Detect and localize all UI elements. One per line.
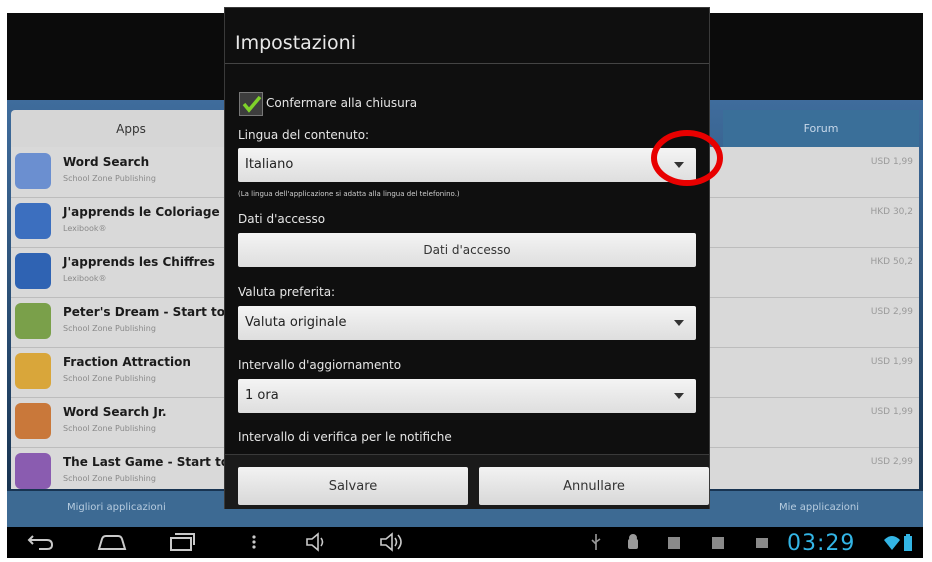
app-price: USD 1,99 [870,407,913,417]
currency-label: Valuta preferita: [238,285,336,299]
app-publisher: School Zone Publishing [63,324,156,333]
dialog-button-bar: Salvare Annullare [225,454,709,509]
app-price: USD 1,99 [870,357,913,367]
confirm-close-label[interactable]: Confermare alla chiusura [266,96,417,110]
language-hint: (La lingua dell'applicazione si adatta a… [238,190,460,198]
dialog-title: Impostazioni [235,32,356,54]
status-clock: 03:29 [787,531,856,556]
app-icon [15,353,51,389]
app-title: Peter's Dream - Start to Re [63,305,247,319]
annotation-circle [651,130,723,186]
language-value: Italiano [245,157,294,172]
app-price: HKD 30,2 [870,207,914,217]
app-title: J'apprends le Coloriage [63,205,220,219]
language-label: Lingua del contenuto: [238,128,370,142]
app-title: J'apprends les Chiffres [63,255,215,269]
app-publisher: School Zone Publishing [63,374,156,383]
app-publisher: Lexibook® [63,274,107,283]
tab-apps[interactable]: Apps [11,110,251,147]
app-price: USD 1,99 [870,157,913,167]
notification-image-icon [667,532,681,557]
home-icon[interactable] [97,532,127,557]
usb-icon [589,532,603,557]
volume-down-icon[interactable] [305,532,329,557]
app-publisher: School Zone Publishing [63,474,156,483]
access-label: Dati d'accesso [238,212,326,226]
app-price: HKD 50,2 [870,257,914,267]
battery-icon [903,532,913,557]
notification-message-icon [755,532,769,557]
app-icon [15,403,51,439]
update-interval-value: 1 ora [245,388,279,403]
cancel-button[interactable]: Annullare [479,467,709,505]
save-button[interactable]: Salvare [238,467,468,505]
app-price: USD 2,99 [870,307,913,317]
settings-dialog: Impostazioni Confermare alla chiusura Li… [225,8,709,509]
bottom-tab-best-apps[interactable]: Migliori applicazioni [67,502,166,513]
app-title: Word Search Jr. [63,405,167,419]
notification-interval-label: Intervallo di verifica per le notifiche [238,430,452,444]
android-debug-icon [625,532,641,557]
back-icon[interactable] [27,532,55,557]
app-title: Fraction Attraction [63,355,191,369]
app-title: Word Search [63,155,150,169]
app-icon [15,253,51,289]
app-price: USD 2,99 [870,457,913,467]
bottom-tab-my-apps[interactable]: Mie applicazioni [779,502,859,513]
notification-image-icon [711,532,725,557]
access-data-button[interactable]: Dati d'accesso [238,233,696,267]
menu-icon[interactable] [250,532,258,557]
app-publisher: School Zone Publishing [63,174,156,183]
app-icon [15,453,51,489]
tab-forum[interactable]: Forum [723,110,919,147]
app-icon [15,303,51,339]
system-navigation-bar: 03:29 [7,527,923,558]
settings-content[interactable]: Confermare alla chiusura Lingua del cont… [225,64,709,454]
app-publisher: School Zone Publishing [63,424,156,433]
recent-apps-icon[interactable] [169,532,195,557]
update-interval-select[interactable]: 1 ora [238,379,696,413]
checkmark-icon [242,95,262,113]
currency-value: Valuta originale [245,315,347,330]
volume-up-icon[interactable] [379,532,407,557]
dropdown-arrow-icon[interactable] [674,393,684,399]
app-icon [15,153,51,189]
dropdown-arrow-icon[interactable] [674,320,684,326]
update-interval-label: Intervallo d'aggiornamento [238,358,402,372]
currency-select[interactable]: Valuta originale [238,306,696,340]
app-icon [15,203,51,239]
wifi-icon [883,532,901,557]
language-select[interactable]: Italiano [238,148,696,182]
confirm-close-checkbox[interactable] [239,92,263,116]
app-publisher: Lexibook® [63,224,107,233]
app-title: The Last Game - Start to Re [63,455,251,469]
